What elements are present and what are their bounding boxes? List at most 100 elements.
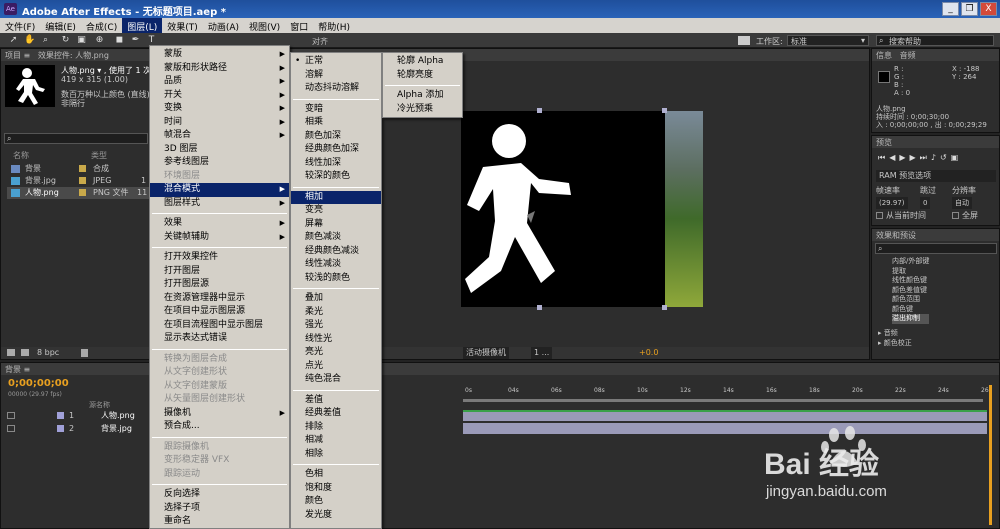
menu-window[interactable]: 窗口	[285, 18, 313, 33]
project-item-row[interactable]: 背景.jpg JPEG 1	[7, 175, 151, 187]
prev-frame-icon[interactable]: ◀	[889, 153, 899, 162]
blend-exclusion[interactable]: 排除	[291, 421, 381, 435]
bit-depth[interactable]: 8 bpc	[37, 347, 59, 359]
blend-overlay[interactable]: 叠加	[291, 292, 381, 306]
menu-item-reveal-in-flowchart[interactable]: 在项目流程图中显示图层	[150, 319, 289, 333]
menu-item-reveal-in-explorer[interactable]: 在资源管理器中显示	[150, 292, 289, 306]
skip-select[interactable]: 0	[920, 197, 931, 209]
menu-item-reveal-source-in-project[interactable]: 在项目中显示图层源	[150, 305, 289, 319]
loop-icon[interactable]: ↺	[940, 153, 951, 162]
tab-project[interactable]: 项目 ≡	[5, 51, 30, 60]
restore-button[interactable]: ❐	[961, 2, 978, 16]
pan-behind-tool-icon[interactable]: ⊕	[94, 35, 105, 46]
trash-icon[interactable]	[81, 349, 88, 357]
blend-vivid-light[interactable]: 亮光	[291, 346, 381, 360]
effect-item[interactable]: 线性颜色键	[892, 276, 929, 286]
menu-item-open-effect-controls[interactable]: 打开效果控件	[150, 251, 289, 265]
menu-item-transform[interactable]: 变换 ▶	[150, 102, 289, 116]
tab-audio[interactable]: 音频	[900, 51, 916, 60]
menu-edit[interactable]: 编辑(E)	[40, 18, 81, 33]
selection-tool-icon[interactable]: ➚	[8, 35, 19, 46]
workspace-select[interactable]: 标准 ▾	[787, 35, 869, 46]
menu-view[interactable]: 视图(V)	[244, 18, 285, 33]
effect-item[interactable]: 颜色键	[892, 305, 929, 315]
tab-effect-controls[interactable]: 效果控件: 人物.png	[38, 51, 109, 60]
tab-effects-presets[interactable]: 效果和预设	[876, 231, 916, 240]
menu-item-camera[interactable]: 摄像机 ▶	[150, 407, 289, 421]
blend-dancing-dissolve[interactable]: 动态抖动溶解	[291, 82, 381, 96]
menu-item-layer-styles[interactable]: 图层样式 ▶	[150, 197, 289, 211]
menu-item-quality[interactable]: 品质 ▶	[150, 75, 289, 89]
blend-lighter-color[interactable]: 较浅的颜色	[291, 272, 381, 286]
effect-item[interactable]: 颜色差值键	[892, 286, 929, 296]
zoom-tool-icon[interactable]: ⌕	[40, 35, 51, 46]
rotate-tool-icon[interactable]: ↻	[60, 35, 71, 46]
menu-layer[interactable]: 图层(L)	[122, 18, 163, 33]
blend-hard-light[interactable]: 强光	[291, 319, 381, 333]
play-icon[interactable]: ▶	[899, 153, 909, 162]
composition-canvas[interactable]	[461, 111, 687, 307]
blend-saturation[interactable]: 饱和度	[291, 482, 381, 496]
menu-item-invert-selection[interactable]: 反向选择	[150, 488, 289, 502]
tab-timeline-comp[interactable]: 背景 ≡	[5, 365, 30, 374]
frame-rate-select[interactable]: (29.97)	[876, 197, 908, 209]
first-frame-icon[interactable]: ⏮	[878, 153, 889, 162]
layer-name[interactable]: 人物.png	[101, 410, 135, 422]
blend-normal[interactable]: • 正常	[291, 55, 381, 69]
blend-hue[interactable]: 色相	[291, 468, 381, 482]
blend-darker-color[interactable]: 较深的颜色	[291, 170, 381, 184]
menu-item-effect[interactable]: 效果 ▶	[150, 217, 289, 231]
menu-file[interactable]: 文件(F)	[0, 18, 40, 33]
layer-handle[interactable]	[537, 108, 542, 113]
layer-handle[interactable]	[537, 305, 542, 310]
blend-stencil-alpha[interactable]: 轮廓 Alpha	[383, 55, 462, 69]
folder-icon[interactable]	[7, 349, 15, 356]
ram-preview-select[interactable]: RAM 预览选项	[876, 170, 996, 182]
pen-tool-icon[interactable]: ✒	[130, 35, 141, 46]
layer-handle[interactable]	[662, 305, 667, 310]
blend-dissolve[interactable]: 溶解	[291, 69, 381, 83]
label-swatch[interactable]	[57, 425, 64, 432]
blend-alpha-add[interactable]: Alpha 添加	[383, 89, 462, 103]
menu-item-switches[interactable]: 开关 ▶	[150, 89, 289, 103]
blend-stencil-luma[interactable]: 轮廓亮度	[383, 69, 462, 83]
blend-linear-light[interactable]: 线性光	[291, 333, 381, 347]
blend-classic-color-dodge[interactable]: 经典颜色减淡	[291, 245, 381, 259]
menu-item-open-layer-source[interactable]: 打开图层源	[150, 278, 289, 292]
project-search-input[interactable]: ⌕	[4, 133, 148, 144]
effect-group-color-correction[interactable]: ▸ 颜色校正	[878, 337, 912, 349]
blend-classic-color-burn[interactable]: 经典颜色加深	[291, 143, 381, 157]
menu-help[interactable]: 帮助(H)	[313, 18, 355, 33]
from-current-checkbox[interactable]	[876, 212, 883, 219]
menu-item-select-children[interactable]: 选择子项	[150, 502, 289, 516]
blend-luminescent-premul[interactable]: 冷光预乘	[383, 103, 462, 117]
effect-item[interactable]: 提取	[892, 267, 929, 277]
tab-preview[interactable]: 预览	[876, 138, 892, 147]
hand-tool-icon[interactable]: ✋	[24, 35, 35, 46]
blend-add[interactable]: 相加	[291, 190, 381, 204]
ram-preview-icon[interactable]: ▣	[951, 153, 963, 162]
camera-select[interactable]: 活动摄像机	[463, 347, 509, 359]
visibility-eye-icon[interactable]	[7, 412, 15, 419]
blend-difference[interactable]: 差值	[291, 394, 381, 408]
menu-item-keyframe-assistant[interactable]: 关键帧辅助 ▶	[150, 231, 289, 245]
layer-handle[interactable]	[662, 108, 667, 113]
menu-item-show-expression-errors[interactable]: 显示表达式错误	[150, 332, 289, 346]
minimize-button[interactable]: _	[942, 2, 959, 16]
blend-color-dodge[interactable]: 颜色减淡	[291, 231, 381, 245]
blend-divide[interactable]: 相除	[291, 448, 381, 462]
blend-soft-light[interactable]: 柔光	[291, 306, 381, 320]
menu-effect[interactable]: 效果(T)	[162, 18, 203, 33]
menu-item-precompose[interactable]: 预合成...	[150, 420, 289, 434]
blend-luminosity[interactable]: 发光度	[291, 509, 381, 523]
time-ruler[interactable]: 0s 04s 06s 08s 10s 12s 14s 16s 18s 20s 2…	[463, 385, 999, 395]
menu-item-guide-layer[interactable]: 参考线图层	[150, 156, 289, 170]
blend-color[interactable]: 颜色	[291, 495, 381, 509]
close-button[interactable]: X	[980, 2, 997, 16]
effect-item[interactable]: 内部/外部键	[892, 257, 929, 267]
effect-item-selected[interactable]: 溢出抑制	[892, 314, 930, 324]
blend-linear-burn[interactable]: 线性加深	[291, 157, 381, 171]
mask-tool-icon[interactable]: ◼	[114, 35, 125, 46]
layer-name[interactable]: 背景.jpg	[101, 423, 132, 435]
next-frame-icon[interactable]: ▶	[910, 153, 920, 162]
